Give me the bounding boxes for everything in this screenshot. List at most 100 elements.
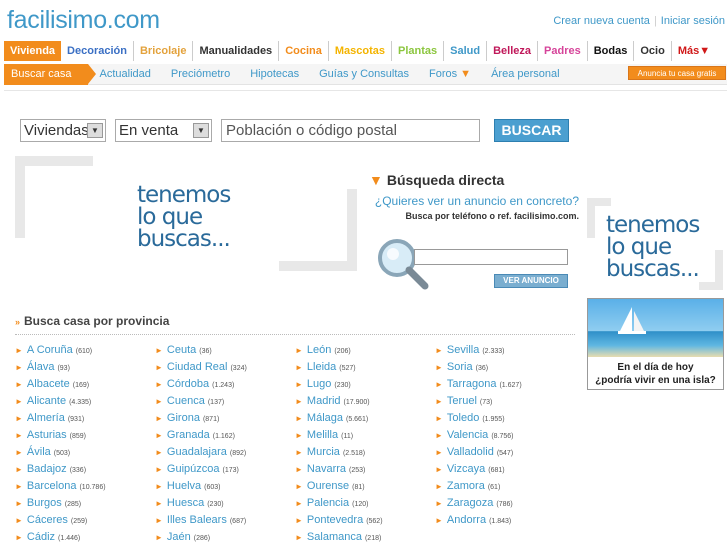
triangle-down-icon: ▼ <box>369 172 383 188</box>
subnav-item[interactable]: Área personal <box>483 68 568 80</box>
province-link[interactable]: ► Badajoz (336) <box>15 461 150 478</box>
site-logo[interactable]: facilisimo.com <box>7 6 160 35</box>
category-nav: Vivienda Decoración Bricolaje Manualidades C… <box>4 41 727 61</box>
province-link[interactable]: ► Barcelona (10.786) <box>15 478 150 495</box>
category-tab[interactable]: Belleza <box>487 41 539 61</box>
province-link[interactable]: ► Tarragona (1.627) <box>435 376 570 393</box>
promo-banner-small[interactable]: tenemos lo que buscas... <box>587 198 723 290</box>
province-link[interactable]: ► Murcia (2.518) <box>295 444 430 461</box>
province-link[interactable]: ► Ourense (81) <box>295 478 430 495</box>
province-link[interactable]: ► Palencia (120) <box>295 495 430 512</box>
chevron-down-icon[interactable]: ▼ <box>193 123 209 138</box>
sailboat-icon <box>618 307 646 334</box>
province-link[interactable]: ► Zaragoza (786) <box>435 495 570 512</box>
province-link[interactable]: ► Cuenca (137) <box>155 393 290 410</box>
province-name: Guipúzcoa <box>166 463 220 475</box>
province-link[interactable]: ► Asturias (859) <box>15 427 150 444</box>
province-link[interactable]: ► Córdoba (1.243) <box>155 376 290 393</box>
province-link[interactable]: ► Madrid (17.900) <box>295 393 430 410</box>
province-link[interactable]: ► Melilla (11) <box>295 427 430 444</box>
login-link[interactable]: Iniciar sesión <box>661 15 725 27</box>
province-link[interactable]: ► Ceuta (36) <box>155 342 290 359</box>
province-name: Zamora <box>446 480 485 492</box>
province-link[interactable]: ► Andorra (1.843) <box>435 512 570 529</box>
province-link[interactable]: ► Illes Balears (687) <box>155 512 290 529</box>
category-tab[interactable]: Plantas <box>392 41 445 61</box>
province-count: (1.162) <box>212 433 235 440</box>
province-link[interactable]: ► Girona (871) <box>155 410 290 427</box>
island-promo[interactable]: En el día de hoy ¿podría vivir en una is… <box>587 298 724 390</box>
category-tab[interactable]: Manualidades <box>193 41 280 61</box>
province-link[interactable]: ► Málaga (5.661) <box>295 410 430 427</box>
location-search-input[interactable]: Población o código postal <box>221 119 480 142</box>
province-link[interactable]: ► Granada (1.162) <box>155 427 290 444</box>
province-count: (5.661) <box>346 416 369 423</box>
province-link[interactable]: ► Lleida (527) <box>295 359 430 376</box>
province-link[interactable]: ► León (206) <box>295 342 430 359</box>
province-link[interactable]: ► Guadalajara (892) <box>155 444 290 461</box>
province-link[interactable]: ► Almería (931) <box>15 410 150 427</box>
category-tab[interactable]: Cocina <box>279 41 329 61</box>
province-link[interactable]: ► Valladolid (547) <box>435 444 570 461</box>
province-link[interactable]: ► Salamanca (218) <box>295 529 430 545</box>
category-tab[interactable]: Decoración <box>61 41 134 61</box>
province-link[interactable]: ► Vizcaya (681) <box>435 461 570 478</box>
island-photo <box>588 299 723 357</box>
category-tab[interactable]: Vivienda <box>4 41 62 61</box>
category-tab[interactable]: Más▼ <box>672 41 716 61</box>
province-link[interactable]: ► Sevilla (2.333) <box>435 342 570 359</box>
subnav-item[interactable]: Hipotecas <box>242 68 307 80</box>
triangle-down-icon[interactable]: ▼ <box>457 68 471 80</box>
category-tab[interactable]: Padres <box>538 41 588 61</box>
arrow-right-icon: ► <box>295 397 303 406</box>
subnav-item[interactable]: Foros ▼ <box>421 68 479 80</box>
province-link[interactable]: ► Ciudad Real (324) <box>155 359 290 376</box>
province-name: Salamanca <box>306 531 362 543</box>
province-link[interactable]: ► Alicante (4.335) <box>15 393 150 410</box>
promo-banner[interactable]: tenemos lo que buscas... <box>15 156 357 271</box>
province-link[interactable]: ► Huelva (603) <box>155 478 290 495</box>
view-ad-button[interactable]: VER ANUNCIO <box>494 274 568 288</box>
operation-select[interactable]: En venta ▼ <box>115 119 212 142</box>
category-tab[interactable]: Bodas <box>588 41 635 61</box>
province-link[interactable]: ► Zamora (61) <box>435 478 570 495</box>
province-link[interactable]: ► Huesca (230) <box>155 495 290 512</box>
province-link[interactable]: ► Cáceres (259) <box>15 512 150 529</box>
divider <box>15 334 575 335</box>
section-subnav: Buscar casa Actualidad Preciómetro Hipotec… <box>4 63 727 85</box>
subnav-item[interactable]: Guías y Consultas <box>311 68 417 80</box>
province-link[interactable]: ► Pontevedra (562) <box>295 512 430 529</box>
province-link[interactable]: ► Teruel (73) <box>435 393 570 410</box>
province-link[interactable]: ► Guipúzcoa (173) <box>155 461 290 478</box>
province-link[interactable]: ► Navarra (253) <box>295 461 430 478</box>
category-tab[interactable]: Salud <box>444 41 488 61</box>
create-account-link[interactable]: Crear nueva cuenta <box>553 15 650 27</box>
reference-input[interactable] <box>414 249 568 265</box>
province-name: Córdoba <box>166 378 210 390</box>
category-tab[interactable]: Mascotas <box>329 41 393 61</box>
province-link[interactable]: ► A Coruña (610) <box>15 342 150 359</box>
province-link[interactable]: ► Toledo (1.955) <box>435 410 570 427</box>
subnav-item[interactable]: Preciómetro <box>163 68 238 80</box>
province-link[interactable]: ► Valencia (8.756) <box>435 427 570 444</box>
banner-line: tenemos <box>606 212 700 238</box>
province-link[interactable]: ► Ávila (503) <box>15 444 150 461</box>
chevron-down-icon[interactable]: ▼ <box>87 123 103 138</box>
province-link[interactable]: ► Burgos (285) <box>15 495 150 512</box>
direct-search-question[interactable]: ¿Quieres ver un anuncio en concreto? <box>369 194 579 208</box>
arrow-right-icon: ► <box>15 448 23 457</box>
sell-house-button[interactable]: Anuncia tu casa gratis <box>628 66 726 80</box>
subnav-item[interactable]: Actualidad <box>92 68 159 80</box>
province-link[interactable]: ► Jaén (286) <box>155 529 290 545</box>
property-type-select[interactable]: Viviendas ▼ <box>20 119 106 142</box>
province-link[interactable]: ► Soria (36) <box>435 359 570 376</box>
province-link[interactable]: ► Álava (93) <box>15 359 150 376</box>
category-tab[interactable]: Ocio <box>634 41 672 61</box>
search-button[interactable]: BUSCAR <box>494 119 569 142</box>
subnav-buscar-casa[interactable]: Buscar casa <box>4 63 96 85</box>
province-link[interactable]: ► Cádiz (1.446) <box>15 529 150 545</box>
double-arrow-icon: » <box>15 317 21 327</box>
province-link[interactable]: ► Lugo (230) <box>295 376 430 393</box>
category-tab[interactable]: Bricolaje <box>134 41 194 61</box>
province-link[interactable]: ► Albacete (169) <box>15 376 150 393</box>
